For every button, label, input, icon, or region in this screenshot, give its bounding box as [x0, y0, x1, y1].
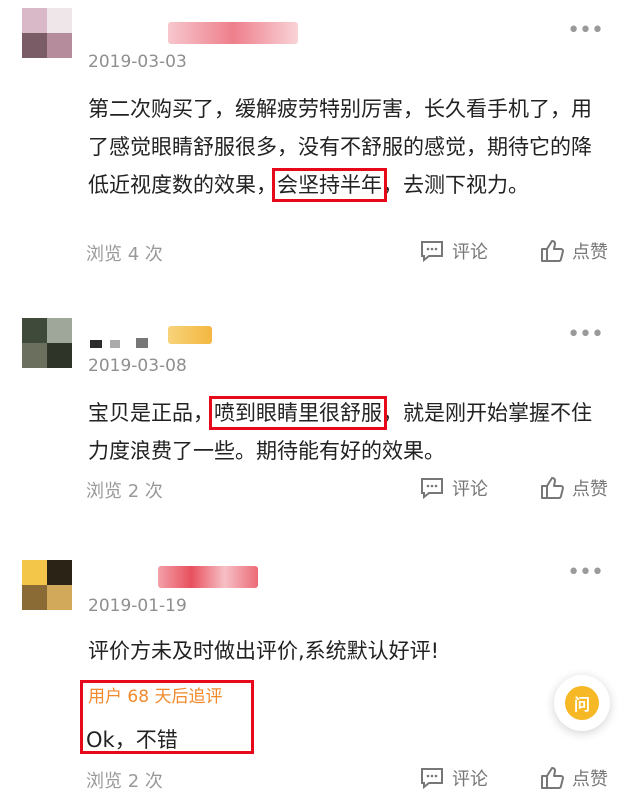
review-card: ••• 2019-03-08 宝贝是正品，喷到眼睛里很舒服，就是刚开始掌握不住力…: [0, 300, 621, 530]
more-dots-icon[interactable]: •••: [567, 324, 604, 346]
user-level-badge: [168, 326, 212, 344]
question-icon: 问: [565, 686, 599, 720]
comment-button[interactable]: 评论: [420, 238, 488, 264]
username-blurred: [158, 566, 258, 588]
avatar[interactable]: [22, 318, 72, 368]
username-blurred: [90, 340, 102, 348]
highlighted-phrase: 喷到眼睛里很舒服: [209, 396, 387, 430]
review-footer: 浏览 2 次 评论 点赞: [0, 475, 621, 505]
thumbs-up-icon: [541, 240, 564, 262]
review-footer: 浏览 4 次 评论 点赞: [0, 238, 621, 268]
avatar[interactable]: [22, 560, 72, 610]
review-content: 宝贝是正品，喷到眼睛里很舒服，就是刚开始掌握不住力度浪费了一些。期待能有好的效果…: [88, 396, 592, 463]
like-button[interactable]: 点赞: [540, 475, 608, 501]
like-label: 点赞: [572, 479, 608, 500]
review-card: ••• 2019-01-19 评价方未及时做出评价,系统默认好评! 用户 68 …: [0, 540, 621, 800]
thumbs-up-icon: [541, 477, 564, 499]
review-date: 2019-03-03: [88, 52, 187, 72]
comment-button[interactable]: 评论: [420, 765, 488, 791]
followup-label: 用户 68 天后追评: [88, 687, 223, 707]
username-blurred: [168, 22, 298, 44]
comment-bubble-icon: [421, 478, 443, 499]
like-label: 点赞: [572, 242, 608, 263]
comment-bubble-icon: [421, 768, 443, 789]
followup-text: Ok，不错: [86, 728, 178, 752]
avatar[interactable]: [22, 8, 72, 58]
ask-question-button[interactable]: 问: [554, 675, 610, 731]
like-label: 点赞: [572, 769, 608, 790]
comment-button[interactable]: 评论: [420, 475, 488, 501]
highlighted-phrase: 会坚持半年: [272, 168, 387, 202]
like-button[interactable]: 点赞: [540, 238, 608, 264]
review-card: ••• 2019-03-03 第二次购买了，缓解疲劳特别厉害，长久看手机了，用了…: [0, 0, 621, 280]
review-footer: 浏览 2 次 评论 点赞: [0, 765, 621, 795]
comment-bubble-icon: [421, 241, 443, 262]
review-content: 评价方未及时做出评价,系统默认好评!: [88, 639, 440, 663]
review-date: 2019-03-08: [88, 356, 187, 376]
more-dots-icon[interactable]: •••: [567, 20, 604, 42]
comment-label: 评论: [452, 479, 488, 500]
view-count: 浏览 2 次: [86, 481, 163, 502]
thumbs-up-icon: [541, 767, 564, 789]
like-button[interactable]: 点赞: [540, 765, 608, 791]
comment-label: 评论: [452, 242, 488, 263]
username-blurred: [110, 340, 120, 348]
more-dots-icon[interactable]: •••: [567, 562, 604, 584]
comment-label: 评论: [452, 769, 488, 790]
review-date: 2019-01-19: [88, 596, 187, 616]
view-count: 浏览 4 次: [86, 244, 163, 265]
username-blurred: [136, 338, 148, 348]
review-content: 第二次购买了，缓解疲劳特别厉害，长久看手机了，用了感觉眼睛舒服很多，没有不舒服的…: [88, 97, 592, 202]
view-count: 浏览 2 次: [86, 771, 163, 792]
